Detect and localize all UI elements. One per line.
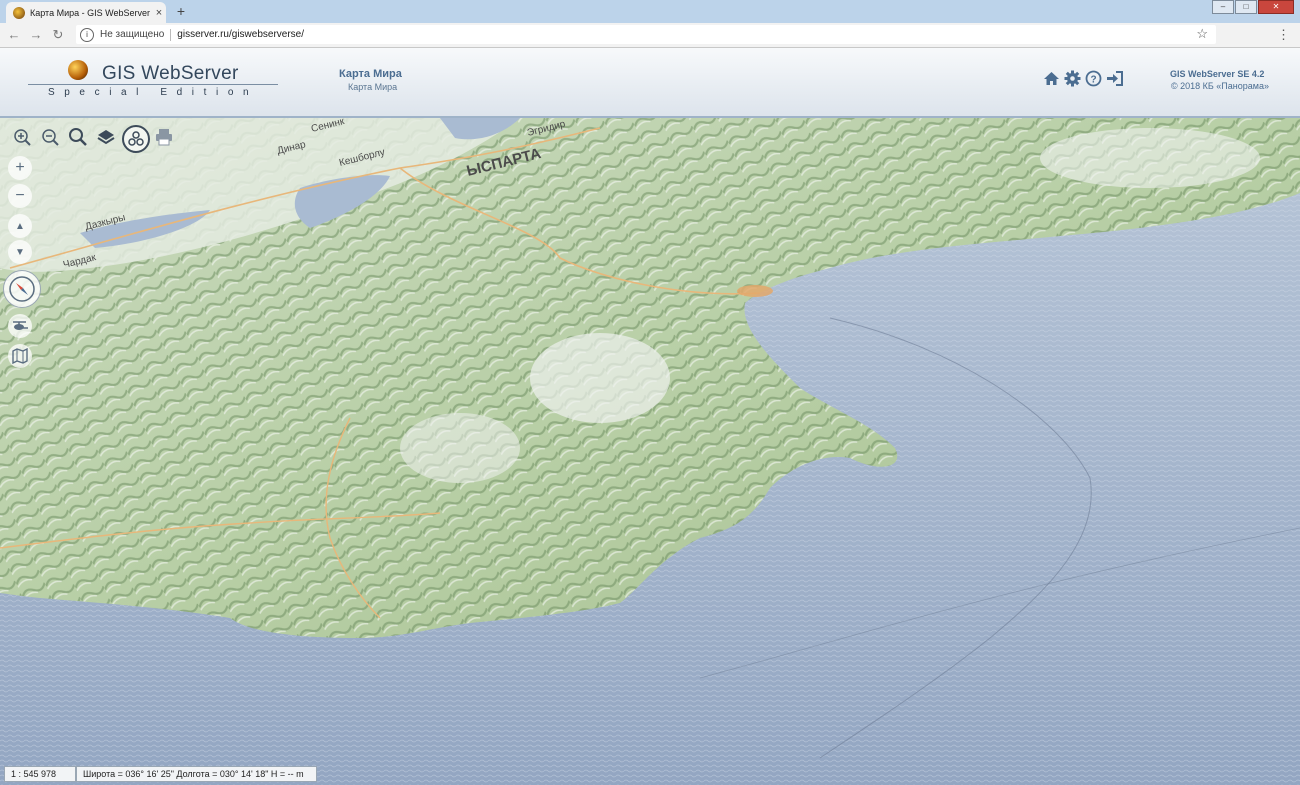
tilt-down-button[interactable]: ▼ [8,240,32,264]
bookmark-star-icon[interactable]: ☆ [1196,26,1208,42]
svg-text:?: ? [1090,75,1096,86]
new-tab-button[interactable]: + [172,3,190,20]
map-view[interactable]: Сенинк Эгридир Динар Кешборлу ЫСПАРТА Да… [0,118,1300,785]
logo-divider [28,84,278,85]
layers-icon[interactable] [94,125,118,149]
logo-title: GIS WebServer [102,63,239,84]
info-icon[interactable]: i [80,27,94,42]
separator [170,28,172,41]
browser-menu-icon[interactable]: ⋮ [1277,27,1290,43]
search-icon[interactable] [66,125,90,149]
zoom-minus-button[interactable]: − [8,184,32,208]
terrain-3d-map[interactable]: Сенинк Эгридир Динар Кешборлу ЫСПАРТА Да… [0,118,1300,785]
copyright: © 2018 КБ «Панорама» [1171,81,1269,91]
coordinates-readout: Широта = 036° 16' 25" Долгота = 030° 14'… [76,766,317,782]
highland-area [400,413,520,483]
help-icon[interactable]: ? [1085,70,1102,87]
zoom-out-icon[interactable] [38,125,62,149]
minimize-button[interactable]: – [1212,0,1234,14]
highland-area [1040,128,1260,188]
url-text: gisserver.ru/giswebserverse/ [177,29,305,40]
back-icon[interactable]: ← [6,27,22,43]
zoom-plus-button[interactable]: + [8,156,32,180]
product-name: GIS WebServer SE 4.2 [1170,69,1265,79]
tilt-up-button[interactable]: ▲ [8,214,32,238]
map-icon[interactable] [8,344,32,368]
helicopter-icon[interactable] [8,314,32,338]
gear-icon[interactable] [1064,70,1081,87]
home-icon[interactable] [1043,70,1060,87]
forward-icon[interactable]: → [28,27,44,43]
logo-subtitle: Special Edition [48,87,259,98]
scale-indicator: 1 : 545 978 [4,766,76,782]
print-icon[interactable] [152,125,176,149]
map-subtitle: Карта Мира [348,82,398,92]
url-field[interactable]: i Не защищено gisserver.ru/giswebservers… [76,25,1216,44]
highland-area [530,333,670,423]
login-icon[interactable] [1106,70,1123,87]
reload-icon[interactable]: ↻ [50,27,66,43]
close-window-button[interactable]: ✕ [1258,0,1294,14]
logo-icon [68,60,88,80]
compass-icon[interactable] [3,270,41,308]
header-icons: ? [1043,70,1127,87]
zoom-in-icon[interactable] [10,125,34,149]
tab-close-button[interactable]: × [152,7,166,19]
browser-tab-bar: Карта Мира - GIS WebServer SE × + – □ ✕ [0,0,1300,23]
favicon-icon [13,6,25,19]
address-bar: ← → ↻ i Не защищено gisserver.ru/giswebs… [0,23,1300,48]
map-title: Карта Мира [339,68,402,80]
browser-tab[interactable]: Карта Мира - GIS WebServer SE × [6,2,166,23]
window-controls: – □ ✕ [1211,0,1294,14]
maximize-button[interactable]: □ [1235,0,1257,14]
town-marker [737,285,773,297]
tab-title: Карта Мира - GIS WebServer SE [30,7,152,18]
security-label: Не защищено [100,29,165,40]
app-header: GIS WebServer Special Edition Карта Мира… [0,48,1300,118]
3d-view-icon[interactable] [122,125,150,153]
